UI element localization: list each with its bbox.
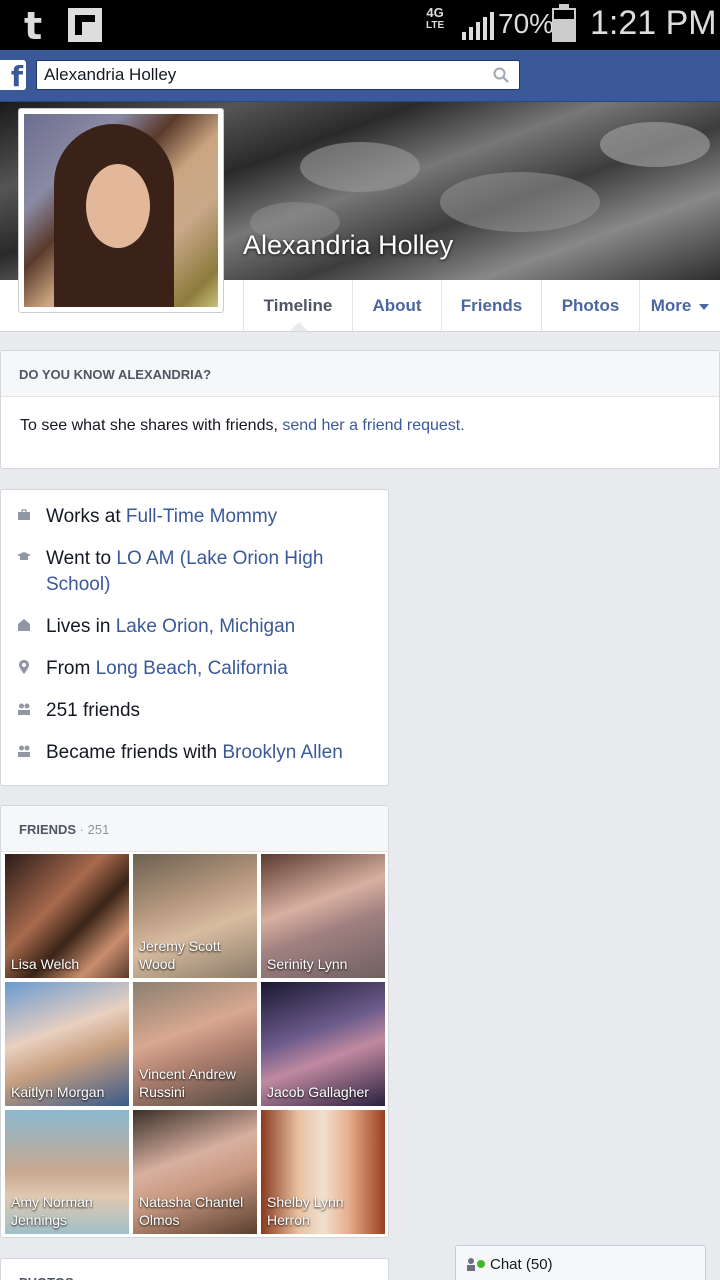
info-became-friends: Became friends with Brooklyn Allen: [1, 740, 388, 766]
tab-label: More: [650, 296, 692, 315]
friend-request-link[interactable]: send her a friend request.: [282, 417, 464, 434]
friend-name: Serinity Lynn: [267, 956, 348, 972]
friends-card: FRIENDS · 251 Lisa Welch Jeremy Scott Wo…: [0, 805, 389, 1238]
active-tab-pointer: [290, 322, 308, 331]
friends-card-header[interactable]: FRIENDS · 251: [1, 806, 388, 852]
chevron-down-icon: [699, 303, 710, 310]
home-icon: [18, 619, 30, 631]
battery-fill: [554, 19, 574, 40]
location-pin-icon: [19, 660, 29, 674]
battery-icon: [552, 4, 576, 42]
info-from: From Long Beach, California: [1, 656, 388, 682]
friend-name: Lisa Welch: [11, 956, 80, 972]
friends-card-count: · 251: [76, 822, 110, 837]
profile-name: Alexandria Holley: [243, 230, 454, 260]
chat-label: Chat (50): [490, 1256, 553, 1273]
lives-link[interactable]: Lake Orion, Michigan: [116, 616, 296, 637]
graduation-cap-icon: [17, 552, 31, 560]
info-friends-count: 251 friends: [1, 698, 388, 724]
chat-friends-icon: [467, 1258, 485, 1271]
profile-picture[interactable]: [18, 108, 224, 313]
facebook-logo-icon[interactable]: f: [0, 60, 26, 93]
friend-name: Amy Norman Jennings: [11, 1194, 93, 1228]
cover-texture: [440, 172, 600, 232]
tab-more[interactable]: More: [639, 280, 720, 331]
do-you-know-text: To see what she shares with friends, sen…: [1, 397, 719, 455]
info-work-prefix: Works at: [46, 506, 126, 527]
info-from-prefix: From: [46, 658, 96, 679]
became-friends-prefix: Became friends with: [46, 742, 223, 763]
tumblr-icon: t: [24, 4, 43, 48]
friend-name: Vincent Andrew Russini: [139, 1066, 237, 1100]
friend-name: Kaitlyn Morgan: [11, 1084, 105, 1100]
signal-icon: [462, 12, 494, 40]
do-you-know-message: To see what she shares with friends,: [20, 417, 283, 434]
network-type: 4G: [426, 5, 444, 20]
cover-texture: [300, 142, 420, 192]
friend-tile[interactable]: Lisa Welch: [5, 854, 129, 978]
search-box: [36, 60, 520, 90]
tab-label: Timeline: [263, 296, 333, 315]
friend-tile[interactable]: Jeremy Scott Wood: [133, 854, 257, 978]
battery-percent: 70%: [498, 8, 555, 39]
clock: 1:21 PM: [590, 4, 717, 42]
from-link[interactable]: Long Beach, California: [96, 658, 288, 679]
friends-icon: [18, 703, 30, 715]
status-bar: t 4G LTE 70% 1:21 PM: [0, 0, 720, 50]
facebook-header: f: [0, 50, 720, 102]
intro-card: Works at Full-Time Mommy Went to LO AM (…: [0, 489, 389, 786]
info-lives-prefix: Lives in: [46, 616, 116, 637]
friend-name: Jeremy Scott Wood: [139, 938, 221, 972]
cover-texture: [600, 122, 710, 167]
tab-friends[interactable]: Friends: [441, 280, 541, 331]
friend-name: Shelby Lynn Herron: [267, 1194, 344, 1228]
tab-label: Friends: [460, 296, 523, 315]
tab-about[interactable]: About: [352, 280, 441, 331]
briefcase-icon: [18, 509, 30, 520]
network-subtype: LTE: [426, 20, 445, 31]
friend-name: Natasha Chantel Olmos: [139, 1194, 244, 1228]
work-link[interactable]: Full-Time Mommy: [126, 506, 277, 527]
tab-label: About: [372, 296, 422, 315]
network-indicator: 4G LTE: [426, 6, 444, 32]
photos-card: PHOTOS: [0, 1258, 389, 1280]
search-input[interactable]: [37, 61, 477, 89]
friend-tile[interactable]: Vincent Andrew Russini: [133, 982, 257, 1106]
info-school-prefix: Went to: [46, 548, 117, 569]
flipboard-icon: [68, 8, 102, 42]
friends-count-text: 251 friends: [46, 700, 141, 721]
tab-label: Photos: [561, 296, 620, 315]
friends-icon: [18, 745, 30, 757]
do-you-know-card: DO YOU KNOW ALEXANDRIA? To see what she …: [0, 350, 720, 469]
info-lives: Lives in Lake Orion, Michigan: [1, 614, 388, 640]
friends-card-title: FRIENDS: [19, 822, 77, 837]
do-you-know-title: DO YOU KNOW ALEXANDRIA?: [1, 351, 719, 397]
friend-tile[interactable]: Amy Norman Jennings: [5, 1110, 129, 1234]
photos-card-title[interactable]: PHOTOS: [1, 1259, 388, 1280]
avatar: [24, 114, 218, 307]
friend-tile[interactable]: Natasha Chantel Olmos: [133, 1110, 257, 1234]
friend-tile[interactable]: Shelby Lynn Herron: [261, 1110, 385, 1234]
search-icon[interactable]: [493, 67, 509, 83]
chat-bar[interactable]: Chat (50): [455, 1245, 706, 1280]
became-friends-link[interactable]: Brooklyn Allen: [222, 742, 342, 763]
avatar-face: [86, 164, 150, 248]
info-work: Works at Full-Time Mommy: [1, 504, 388, 530]
friend-name: Jacob Gallagher: [267, 1084, 369, 1100]
friend-tile[interactable]: Serinity Lynn: [261, 854, 385, 978]
info-school: Went to LO AM (Lake Orion High School): [1, 546, 388, 598]
tab-photos[interactable]: Photos: [541, 280, 639, 331]
friend-tile[interactable]: Jacob Gallagher: [261, 982, 385, 1106]
friend-tile[interactable]: Kaitlyn Morgan: [5, 982, 129, 1106]
